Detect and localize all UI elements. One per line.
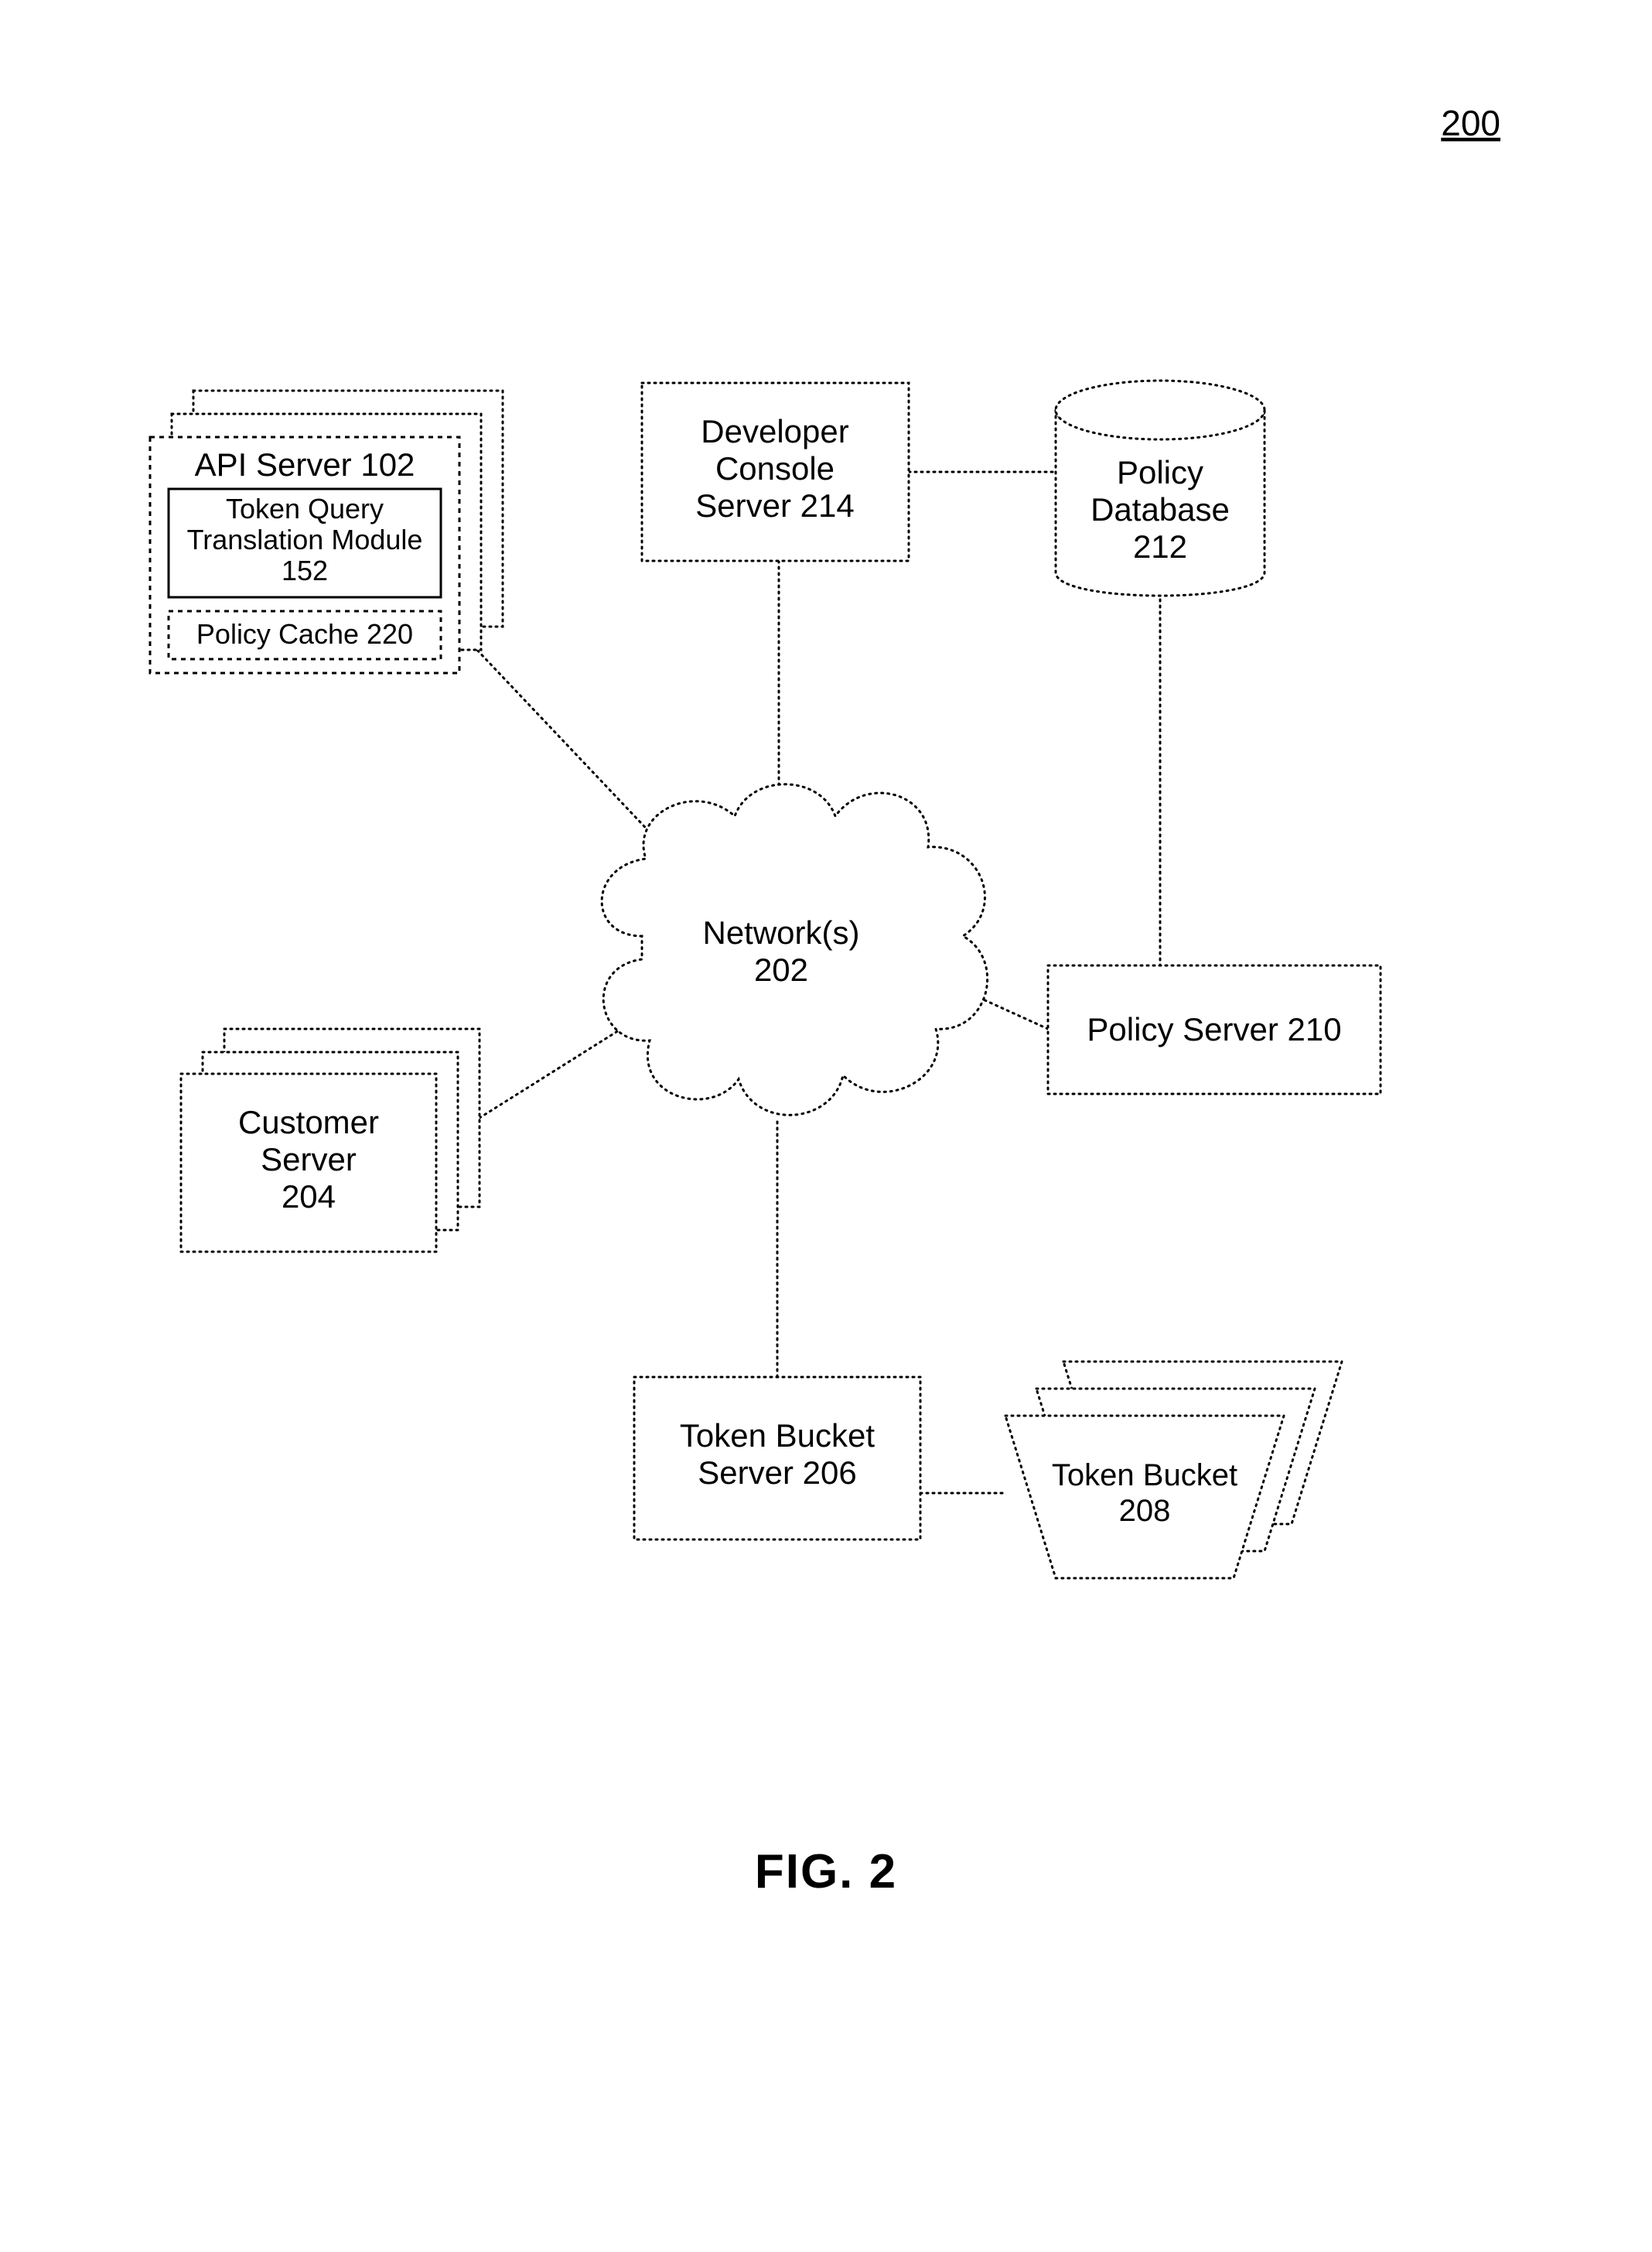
api-server-stack: API Server 102 Token Query Translation M… — [150, 391, 503, 673]
figure-caption: FIG. 2 — [755, 1845, 897, 1898]
page-number: 200 — [1441, 103, 1500, 143]
token-bucket-stack: Token Bucket 208 — [1005, 1362, 1342, 1578]
network-label-1: Network(s) — [702, 914, 859, 951]
developer-console-server: Developer Console Server 214 — [642, 383, 909, 561]
api-server-title: API Server 102 — [195, 446, 415, 483]
dev-console-l3: Server 214 — [695, 487, 854, 524]
network-cloud: Network(s) 202 — [602, 784, 988, 1116]
customer-server-stack: Customer Server 204 — [181, 1029, 480, 1252]
policy-db-l2: Database — [1091, 491, 1230, 528]
dev-console-l2: Console — [715, 450, 835, 487]
token-bucket-l2: 208 — [1119, 1494, 1171, 1528]
tq-module-l1: Token Query — [226, 493, 384, 525]
policy-db-l1: Policy — [1117, 454, 1203, 490]
tbs-l1: Token Bucket — [680, 1417, 875, 1454]
customer-server-l1: Customer — [238, 1104, 379, 1140]
policy-db-l3: 212 — [1133, 528, 1187, 565]
policy-server: Policy Server 210 — [1048, 965, 1381, 1094]
customer-server-l3: 204 — [282, 1178, 336, 1215]
policy-cache: Policy Cache 220 — [196, 618, 413, 650]
tq-module-l2: Translation Module — [187, 524, 423, 555]
customer-server-l2: Server — [261, 1141, 357, 1177]
token-bucket-server: Token Bucket Server 206 — [634, 1377, 920, 1539]
policy-server-label: Policy Server 210 — [1087, 1011, 1341, 1047]
tbs-l2: Server 206 — [698, 1454, 856, 1491]
tq-module-l3: 152 — [282, 555, 328, 586]
figure-200: 200 Network(s) 202 API Server 102 Token … — [0, 0, 1652, 2252]
policy-database: Policy Database 212 — [1056, 381, 1265, 596]
dev-console-l1: Developer — [701, 413, 848, 449]
network-label-2: 202 — [754, 952, 808, 988]
token-bucket-l1: Token Bucket — [1052, 1458, 1237, 1492]
